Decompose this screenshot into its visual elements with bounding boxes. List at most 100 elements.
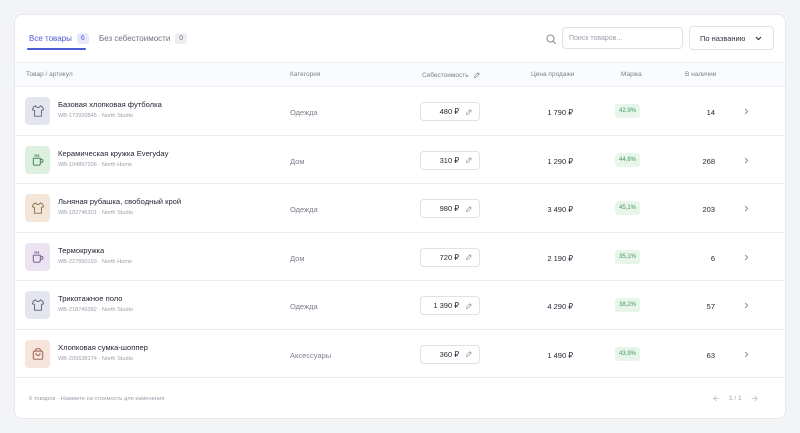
table-row[interactable]: Базовая хлопковая футболка WB-173920845 … (15, 87, 785, 136)
mug-icon (32, 250, 43, 263)
sort-select[interactable]: По названию (689, 26, 774, 50)
product-category: Дом (290, 253, 305, 263)
cost-value: 480 ₽ (439, 107, 459, 116)
product-sku: WB-194857206 · North Home (58, 161, 132, 168)
table-row[interactable]: Керамическая кружка Everyday WB-19485720… (15, 136, 785, 184)
cost-edit-field[interactable]: 480 ₽ (420, 102, 480, 121)
chevron-right-icon[interactable] (742, 350, 751, 359)
tab-all-products[interactable]: Все товары 6 (29, 33, 89, 44)
tab-without-cost[interactable]: Без себестоимости 0 (99, 33, 188, 44)
chevron-right-icon[interactable] (742, 107, 751, 116)
cost-value: 980 ₽ (439, 204, 459, 213)
product-stock: 57 (706, 302, 715, 311)
tshirt-icon (31, 105, 44, 117)
product-name: Хлопковая сумка-шоппер (58, 342, 148, 352)
table-row[interactable]: Термокружка WB-227850193 · North Home До… (15, 233, 785, 281)
chevron-right-icon[interactable] (742, 301, 751, 310)
product-thumbnail (25, 145, 50, 174)
footer-note: 6 товаров · Нажмите на стоимость для изм… (29, 396, 165, 402)
column-header-price: Цена продажи (531, 71, 575, 78)
arrow-right-icon[interactable] (750, 394, 759, 403)
product-sku: WB-205638174 · North Studio (58, 355, 133, 362)
product-sku: WB-173920845 · North Studio (58, 113, 133, 119)
tab-label: Все товары (29, 34, 72, 43)
column-header-margin: Маржа (621, 71, 642, 78)
margin-badge: 42,9% (615, 104, 641, 118)
product-price: 3 490 ₽ (547, 205, 573, 214)
product-price: 1 490 ₽ (547, 350, 573, 360)
cost-value: 720 ₽ (439, 252, 459, 262)
chevron-right-icon[interactable] (742, 253, 751, 262)
pencil-icon (466, 302, 472, 309)
product-thumbnail (25, 194, 50, 222)
column-header-cost: Себестоимость (422, 71, 481, 79)
mug-icon (32, 153, 43, 166)
product-price: 4 290 ₽ (547, 302, 573, 311)
tab-label: Без себестоимости (99, 34, 171, 43)
product-name: Термокружка (58, 245, 105, 255)
search-input[interactable] (562, 27, 683, 49)
margin-badge: 43,9% (615, 346, 641, 361)
cost-value: 310 ₽ (439, 155, 459, 165)
product-stock: 268 (702, 156, 715, 166)
tab-count-badge: 6 (76, 33, 89, 44)
margin-badge: 35,1% (615, 249, 641, 264)
pencil-icon (466, 108, 472, 115)
cost-edit-field[interactable]: 310 ₽ (420, 150, 480, 170)
sort-selected-value: По названию (700, 33, 746, 43)
column-header-product: Товар / артикул (26, 71, 73, 78)
cost-value: 360 ₽ (439, 349, 459, 359)
product-sku: WB-218749382 · North Studio (58, 307, 133, 313)
product-name: Трикотажное поло (58, 294, 123, 303)
pencil-icon (473, 72, 480, 78)
pencil-icon (466, 351, 472, 357)
tshirt-icon (31, 202, 44, 214)
search-icon (546, 34, 557, 45)
table-row[interactable]: Хлопковая сумка-шоппер WB-205638174 · No… (15, 330, 785, 378)
arrow-left-icon[interactable] (712, 394, 721, 403)
pencil-icon (466, 205, 472, 212)
product-category: Аксессуары (290, 350, 332, 360)
cost-edit-field[interactable]: 1 390 ₽ (420, 296, 480, 315)
product-category: Одежда (290, 302, 318, 311)
cost-value: 1 390 ₽ (433, 301, 459, 310)
column-header-stock: В наличии (685, 71, 717, 78)
product-thumbnail (25, 242, 50, 271)
product-sku: WB-182746301 · North Studio (58, 210, 133, 216)
pencil-icon (466, 157, 472, 163)
product-stock: 63 (706, 350, 715, 360)
product-category: Одежда (290, 205, 318, 214)
margin-badge: 44,6% (615, 152, 641, 167)
product-category: Дом (290, 156, 305, 166)
product-name: Базовая хлопковая футболка (58, 100, 162, 109)
product-thumbnail (25, 97, 50, 125)
cost-edit-field[interactable]: 360 ₽ (420, 344, 480, 364)
cost-edit-field[interactable]: 720 ₽ (420, 247, 480, 267)
bag-icon (32, 347, 43, 360)
margin-badge: 45,1% (615, 201, 641, 215)
chevron-down-icon (755, 36, 762, 40)
product-list: Базовая хлопковая футболка WB-173920845 … (15, 87, 785, 378)
table-header: Товар / артикул Категория Себестоимость … (15, 63, 785, 87)
cost-edit-field[interactable]: 980 ₽ (420, 199, 480, 218)
product-name: Льняная рубашка, свободный крой (58, 197, 182, 206)
column-header-category: Категория (290, 71, 321, 78)
product-thumbnail (25, 291, 50, 319)
product-price: 2 190 ₽ (547, 253, 573, 263)
product-category: Одежда (290, 108, 318, 117)
chevron-right-icon[interactable] (742, 204, 751, 213)
product-stock: 14 (706, 108, 715, 117)
products-card: Все товары 6 Без себестоимости 0 По назв… (14, 14, 786, 419)
chevron-right-icon[interactable] (742, 156, 751, 165)
table-row[interactable]: Льняная рубашка, свободный крой WB-18274… (15, 184, 785, 233)
product-name: Керамическая кружка Everyday (58, 148, 169, 158)
table-row[interactable]: Трикотажное поло WB-218749382 · North St… (15, 281, 785, 330)
toolbar: Все товары 6 Без себестоимости 0 По назв… (15, 15, 785, 65)
active-tab-indicator (27, 48, 86, 50)
product-sku: WB-227850193 · North Home (58, 258, 132, 265)
product-stock: 6 (710, 253, 715, 263)
tab-count-badge: 0 (175, 33, 188, 44)
product-thumbnail (25, 339, 50, 368)
product-stock: 203 (702, 205, 715, 214)
product-price: 1 290 ₽ (547, 156, 573, 166)
